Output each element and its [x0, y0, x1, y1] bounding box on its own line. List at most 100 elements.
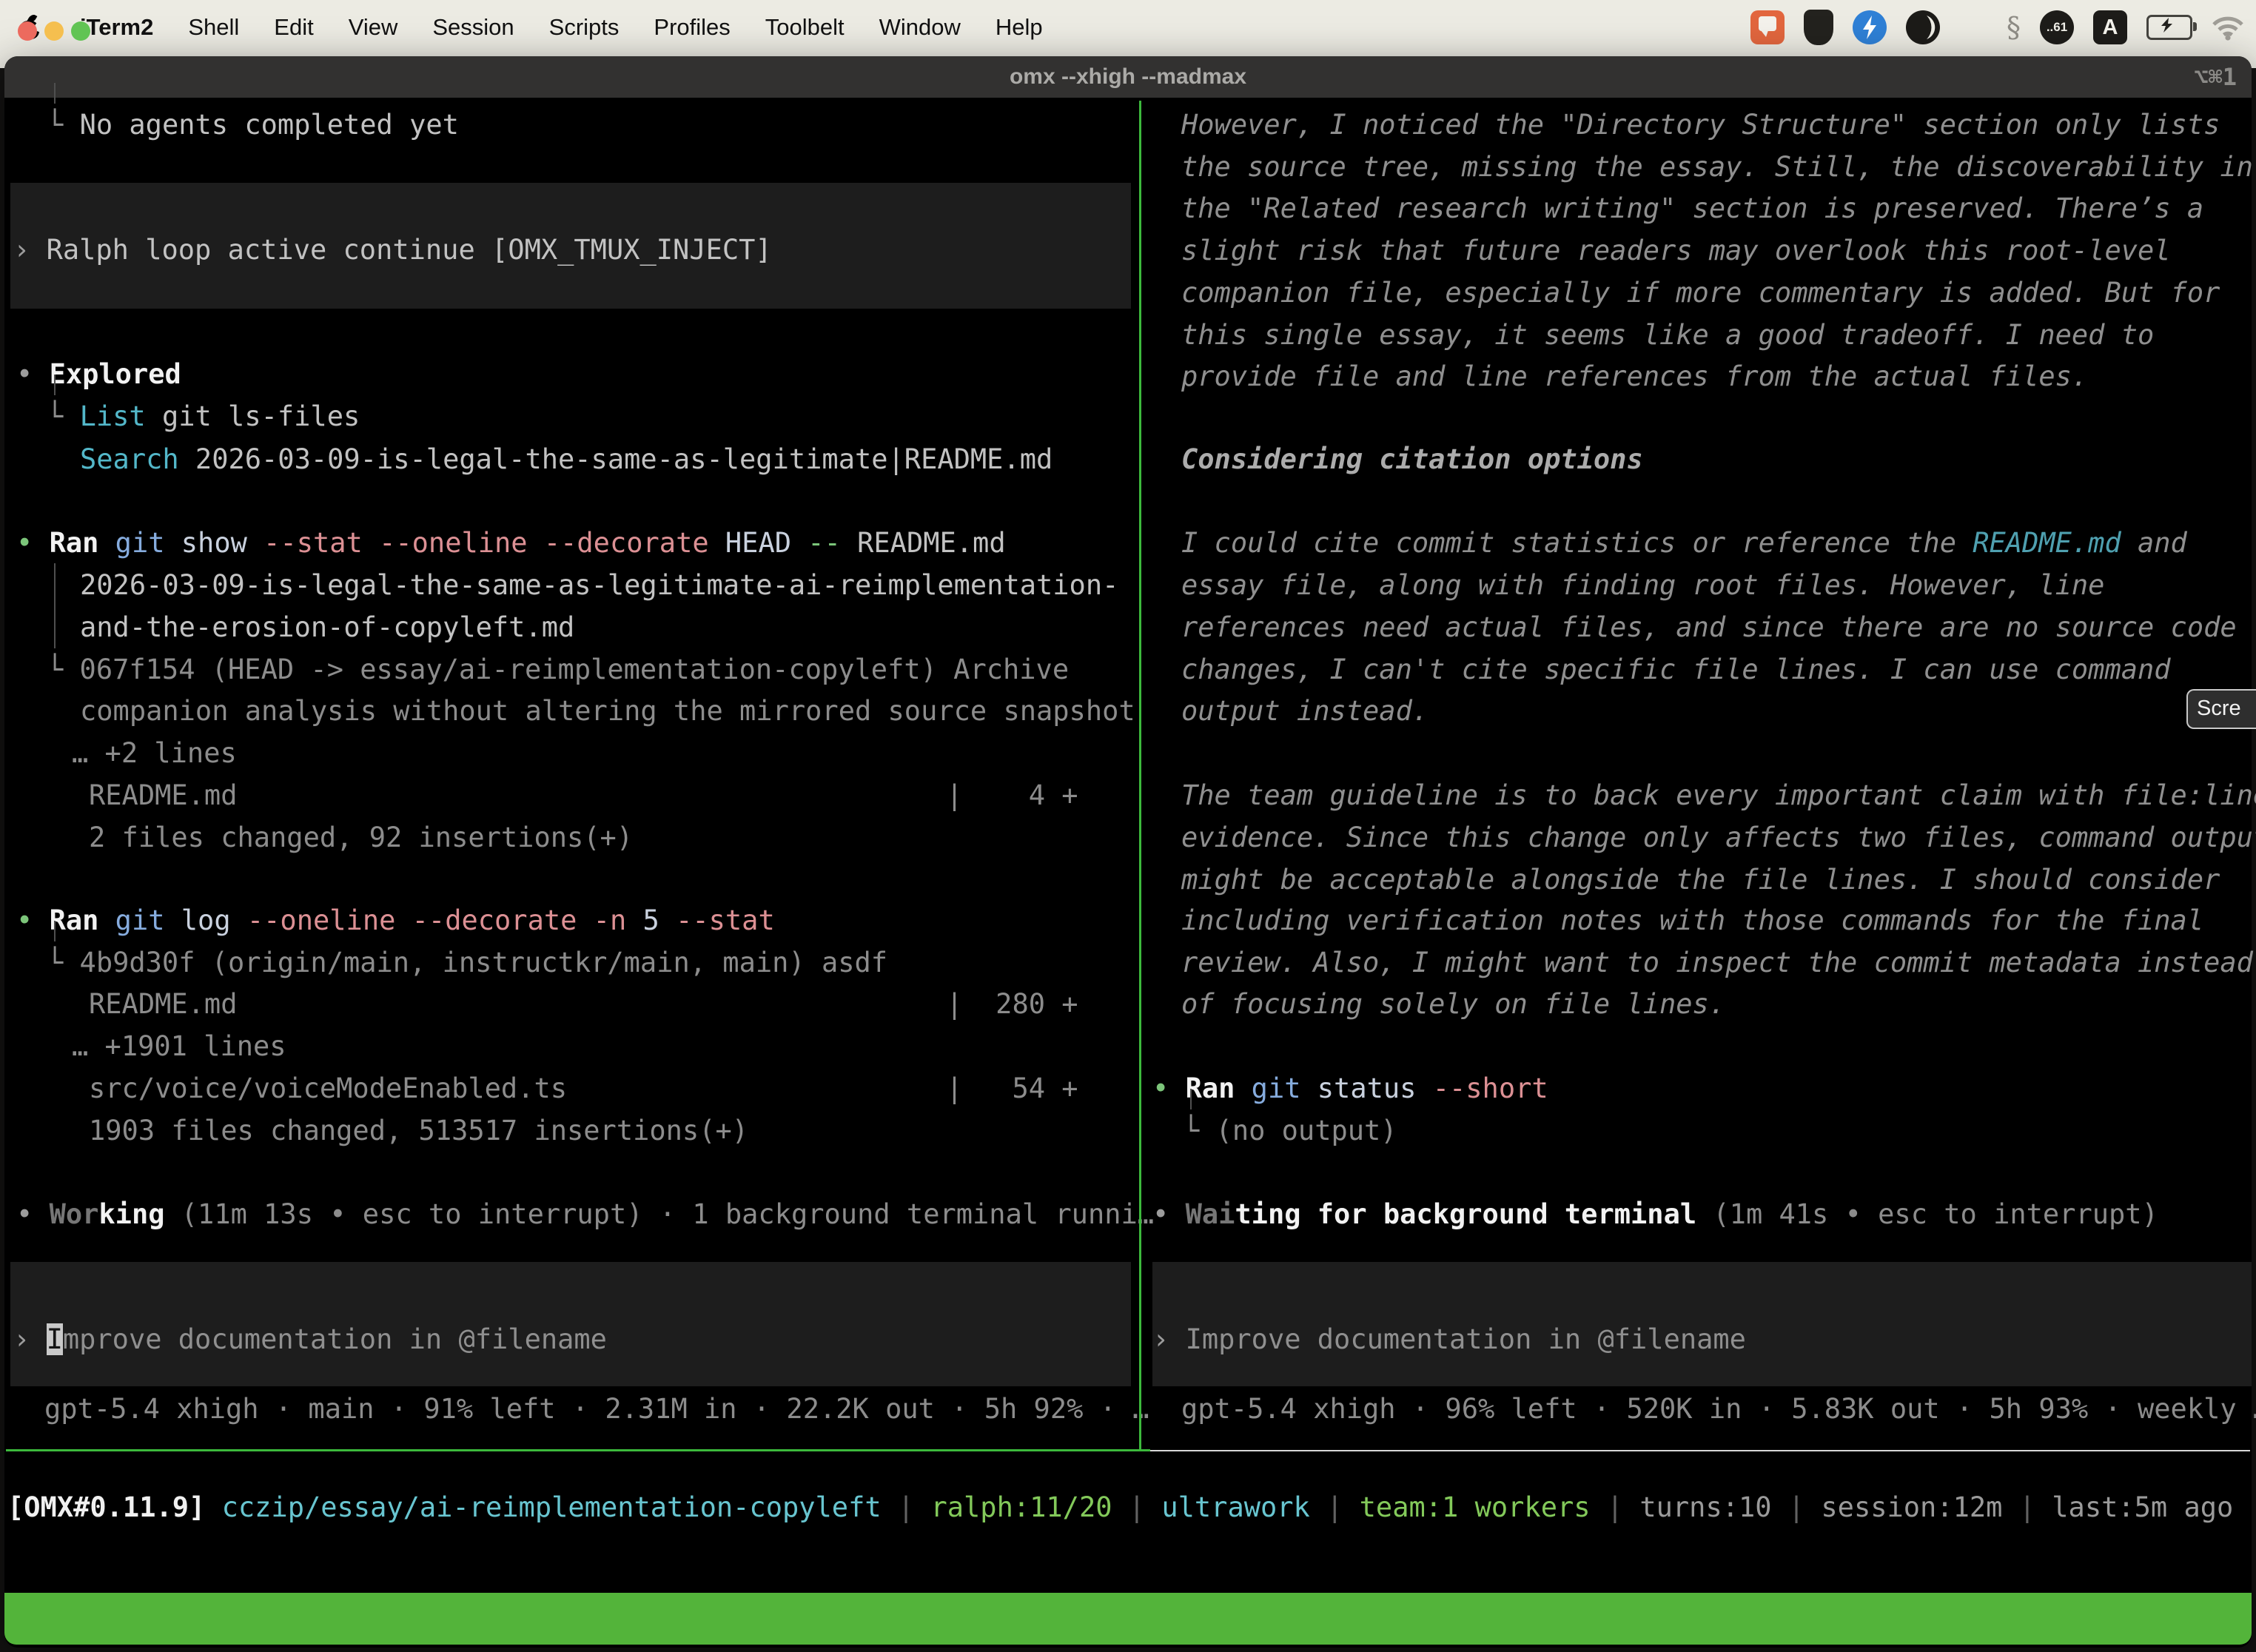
terminal-line: this single essay, it seems like a good …	[1181, 314, 2154, 356]
shield-grid-icon[interactable]	[1804, 10, 1833, 45]
terminal-line: companion analysis without altering the …	[80, 690, 1135, 732]
separator: |	[1112, 1491, 1162, 1523]
terminal-line: • Ran git status --short	[1152, 1067, 1548, 1109]
terminal-line: including verification notes with those …	[1181, 899, 2203, 941]
terminal-line: • Ran git log --oneline --decorate -n 5 …	[16, 899, 775, 941]
tree-connector-line	[54, 921, 56, 941]
terminal-line: might be acceptable alongside the file l…	[1181, 859, 2220, 901]
tree-connector-line	[54, 563, 56, 648]
meter-icon[interactable]: ..61	[2040, 10, 2074, 44]
terminal-line: 2 files changed, 92 insertions(+)	[89, 816, 633, 859]
terminal-line: Search 2026-03-09-is-legal-the-same-as-l…	[80, 438, 1053, 480]
menu-item-shell[interactable]: Shell	[188, 14, 239, 41]
pane-divider[interactable]	[1139, 101, 1141, 1449]
minimize-button[interactable]	[44, 21, 64, 41]
omx-ralph-count: ralph:11/20	[930, 1491, 1112, 1523]
blue-bolt-icon[interactable]	[1853, 10, 1887, 44]
terminal-line: references need actual files, and since …	[1181, 606, 2237, 648]
tree-connector-line	[54, 83, 56, 104]
terminal-line: the "Related research writing" section i…	[1181, 187, 2203, 229]
omx-path: cczip/essay/ai-reimplementation-copyleft	[222, 1491, 882, 1523]
omx-session: session:12m	[1821, 1491, 2002, 1523]
terminal-line: └ List git ls-files	[47, 395, 360, 437]
terminal-line: review. Also, I might want to inspect th…	[1181, 941, 2253, 984]
terminal-line: • Waiting for background terminal (1m 41…	[1152, 1193, 2158, 1235]
screen-edge-tooltip[interactable]: Scre	[2186, 689, 2256, 729]
omx-mode: ultrawork	[1161, 1491, 1309, 1523]
omx-last: last:5m ago	[2052, 1491, 2233, 1523]
terminal-line: └ No agents completed yet	[47, 104, 459, 146]
omx-version: [OMX#0.11.9]	[7, 1491, 222, 1523]
menu-item-scripts[interactable]: Scripts	[549, 14, 620, 41]
terminal-line: • Working (11m 13s • esc to interrupt) ·…	[16, 1193, 1154, 1235]
terminal-line: └ 067f154 (HEAD -> essay/ai-reimplementa…	[47, 648, 1069, 691]
terminal-line: essay file, along with finding root file…	[1181, 564, 2104, 606]
omx-team: team:1 workers	[1360, 1491, 1591, 1523]
terminal-line: README.md | 280 +	[89, 983, 1078, 1025]
terminal-line: of focusing solely on file lines.	[1181, 983, 1725, 1025]
terminal-line: 1903 files changed, 513517 insertions(+)	[89, 1109, 748, 1152]
terminal-line: provide file and line references from th…	[1181, 355, 2088, 397]
wifi-icon[interactable]	[2212, 15, 2244, 41]
terminal-line: └ (no output)	[1183, 1109, 1397, 1152]
menu-item-session[interactable]: Session	[432, 14, 514, 41]
terminal-line: However, I noticed the "Directory Struct…	[1181, 104, 2220, 146]
omx-turns: turns:10	[1639, 1491, 1771, 1523]
terminal-line: gpt-5.4 xhigh · 96% left · 520K in · 5.8…	[1181, 1388, 2256, 1430]
terminal-line: changes, I can't cite specific file line…	[1181, 648, 2171, 691]
terminal-line: Considering citation options	[1181, 438, 1643, 480]
zoom-button[interactable]	[71, 21, 90, 41]
tree-connector-line	[54, 375, 56, 395]
tree-connector-line	[1190, 1089, 1192, 1109]
right-pane-bottom-border	[1150, 1450, 2250, 1451]
menubar: iTerm2 Shell Edit View Session Scripts P…	[0, 0, 2256, 55]
separator: |	[882, 1491, 931, 1523]
menu-item-profiles[interactable]: Profiles	[654, 14, 730, 41]
menu-item-iterm2[interactable]: iTerm2	[80, 14, 153, 41]
left-pane-bottom-border	[6, 1449, 1150, 1451]
terminal-line: output instead.	[1181, 690, 1429, 732]
tmux-window-label[interactable]: [omx-cczip0:bash*	[12, 1645, 292, 1652]
terminal-line: └ 4b9d30f (origin/main, instructkr/main,…	[47, 941, 887, 984]
terminal-line: • Explored	[16, 353, 181, 395]
separator: |	[1310, 1491, 1360, 1523]
terminal-line: The team guideline is to back every impo…	[1181, 774, 2256, 816]
battery-icon[interactable]	[2146, 15, 2192, 40]
separator: |	[2002, 1491, 2052, 1523]
menu-item-view[interactable]: View	[349, 14, 398, 41]
terminal-line: evidence. Since this change only affects…	[1181, 816, 2256, 859]
dots-grid-icon[interactable]	[1959, 13, 1987, 41]
screen: iTerm2 Shell Edit View Session Scripts P…	[0, 0, 2256, 1652]
terminal-line: I could cite commit statistics or refere…	[1181, 522, 2187, 564]
tmux-status-bar: [omx-cczip0:bash* "MacBook-Pro-44.local"…	[4, 1593, 2252, 1645]
keynote-icon[interactable]	[1750, 10, 1785, 44]
terminal-line: › Improve documentation in @filename	[1152, 1318, 1746, 1360]
terminal-line: … +2 lines	[72, 732, 237, 774]
menu-item-toolbelt[interactable]: Toolbelt	[765, 14, 845, 41]
squiggle-icon[interactable]: §	[2007, 11, 2021, 44]
menubar-status-area: § ..61 A	[1750, 0, 2244, 55]
terminal-line: • Ran git show --stat --oneline --decora…	[16, 522, 1006, 564]
keyboard-layout-icon[interactable]: A	[2093, 10, 2127, 44]
close-button[interactable]	[18, 21, 37, 41]
separator: |	[1772, 1491, 1822, 1523]
omx-status-bar: [OMX#0.11.9] cczip/essay/ai-reimplementa…	[7, 1486, 2233, 1528]
window-title: omx --xhigh --madmax	[0, 56, 2256, 98]
menu-item-window[interactable]: Window	[879, 14, 961, 41]
menu-item-help[interactable]: Help	[996, 14, 1043, 41]
window-shortcut-badge: ⌥⌘1	[2194, 56, 2237, 98]
terminal-line: companion file, especially if more comme…	[1181, 272, 2220, 314]
terminal-line: gpt-5.4 xhigh · main · 91% left · 2.31M …	[44, 1388, 1149, 1430]
menu-item-edit[interactable]: Edit	[274, 14, 313, 41]
crescent-icon[interactable]	[1906, 10, 1940, 44]
terminal-line: the source tree, missing the essay. Stil…	[1181, 146, 2253, 188]
separator: |	[1591, 1491, 1640, 1523]
terminal-line: › Improve documentation in @filename	[13, 1318, 607, 1360]
terminal-line: src/voice/voiceModeEnabled.ts | 54 +	[89, 1067, 1078, 1109]
terminal-line: and-the-erosion-of-copyleft.md	[80, 606, 574, 648]
terminal-line: README.md | 4 +	[89, 774, 1078, 816]
terminal-line: 2026-03-09-is-legal-the-same-as-legitima…	[80, 564, 1118, 606]
terminal-line: › Ralph loop active continue [OMX_TMUX_I…	[13, 229, 772, 271]
terminal-line: slight risk that future readers may over…	[1181, 229, 2171, 272]
terminal-line: … +1901 lines	[72, 1025, 286, 1067]
